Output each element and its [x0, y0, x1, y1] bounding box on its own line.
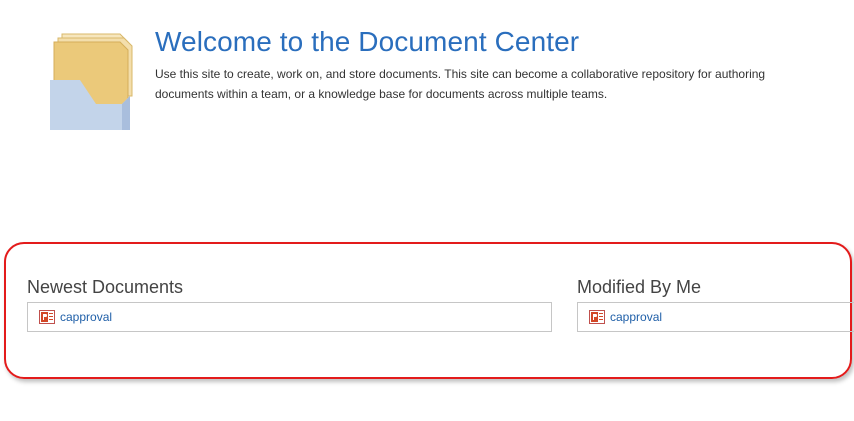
newest-documents-title: Newest Documents	[27, 277, 184, 297]
page-description: Use this site to create, work on, and st…	[155, 67, 766, 101]
document-link[interactable]: capproval	[60, 310, 112, 324]
powerpoint-file-icon	[39, 310, 55, 324]
modified-by-me-webpart: Modified By Me capproval	[577, 276, 854, 332]
powerpoint-file-icon	[589, 310, 605, 324]
modified-by-me-list: capproval	[577, 302, 854, 332]
document-center-folder-icon	[50, 33, 133, 130]
newest-documents-list: capproval	[27, 302, 552, 332]
page-title: Welcome to the Document Center	[155, 26, 580, 57]
newest-documents-webpart: Newest Documents capproval	[27, 276, 552, 332]
list-item[interactable]: capproval	[589, 310, 662, 324]
list-item[interactable]: capproval	[39, 310, 112, 324]
document-link[interactable]: capproval	[610, 310, 662, 324]
modified-by-me-title: Modified By Me	[577, 277, 702, 297]
